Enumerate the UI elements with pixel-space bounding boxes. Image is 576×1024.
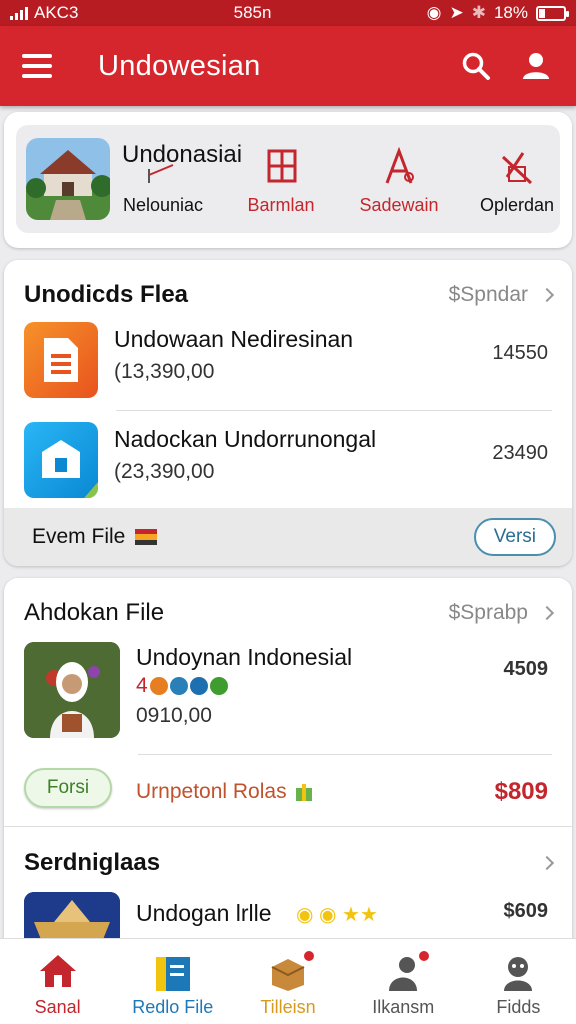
battery-icon [536, 5, 569, 21]
file-box-icon [155, 957, 190, 991]
signal-icon [10, 6, 28, 20]
tab-ilkansm[interactable]: Ilkansm [346, 939, 461, 1024]
forsi-button[interactable]: Forsi [24, 768, 112, 808]
footer-label: Evem File [32, 525, 126, 548]
list-item[interactable]: Undoynan Indonesial 4 0910,00 4509 [24, 632, 548, 742]
letter-a-icon [385, 147, 414, 184]
search-icon[interactable] [458, 48, 494, 84]
bluetooth-icon: ✱ [471, 3, 486, 22]
files-section: Unodicds Flea $Spndar Undowaan Nediresin… [4, 260, 572, 566]
tab-tilleisn[interactable]: Tilleisn [230, 939, 345, 1024]
tab-label: Sanal [34, 997, 81, 1017]
see-all-label: $Sprabp [448, 601, 528, 624]
item-amount: (13,390,00 [114, 360, 215, 383]
sport-icon [209, 677, 228, 695]
item-amount: (23,390,00 [114, 460, 215, 483]
see-all-link[interactable] [539, 855, 555, 871]
item-value: 23490 [492, 442, 548, 464]
spreadsheet-icon [24, 322, 98, 398]
tool-icon [501, 152, 533, 185]
hero-item-nelouniac[interactable]: Nelouniac [108, 147, 218, 215]
tab-fidds[interactable]: Fidds [461, 939, 576, 1024]
profile-icon[interactable] [518, 48, 554, 84]
item-name: Undowaan Nediresinan [114, 326, 354, 352]
gift-icon [295, 784, 312, 801]
tab-sanal[interactable]: Sanal [0, 939, 115, 1024]
carrier-label: AKC3 [34, 3, 79, 22]
chevron-right-icon [539, 605, 555, 621]
tab-redlo-file[interactable]: Redlo File [115, 939, 230, 1024]
divider [138, 754, 552, 755]
battery-label: 18% [493, 3, 528, 22]
sport-icon [169, 677, 188, 695]
hero-item-label: Sadewain [359, 195, 439, 215]
notification-badge [301, 949, 316, 963]
tab-label: Tilleisn [260, 997, 316, 1017]
item-name: Undoynan Indonesial [136, 644, 353, 670]
item-name: Nadockan Undorrunongal [114, 426, 377, 452]
versi-button[interactable]: Versi [473, 518, 556, 556]
section-title: Ahdokan File [24, 599, 165, 626]
hero-card: Undonasiai Nelouniac Barmlan Sadewain Op… [4, 112, 572, 248]
see-all-link[interactable]: $Spndar [448, 283, 555, 307]
chevron-right-icon [539, 287, 555, 303]
item-value: 4509 [503, 658, 549, 680]
documents-section: Ahdokan File $Sprabp Undoynan Indonesial… [4, 578, 572, 962]
list-item[interactable]: Nadockan Undorrunongal (23,390,00 23490 [24, 410, 548, 502]
store-icon [24, 422, 98, 498]
grid-document-icon [267, 149, 297, 183]
user-group-icon [504, 957, 533, 991]
see-all-label: $Spndar [448, 283, 528, 306]
bottom-tab-bar: Sanal Redlo File Tilleisn Ilkansm Fidds [0, 938, 576, 1024]
section-footer: Evem File Versi [4, 508, 572, 566]
promo-text: Urnpetonl Rolas [136, 780, 287, 803]
app-title: Undowesian [98, 49, 261, 82]
hero-item-sadewain[interactable]: Sadewain [344, 147, 454, 215]
tab-label: Redlo File [132, 997, 214, 1017]
notification-badge [417, 949, 432, 963]
document-icon [148, 164, 174, 183]
see-all-link[interactable]: $Sprabp [448, 601, 555, 625]
building-image[interactable] [26, 138, 110, 220]
item-amount: 0910,00 [136, 704, 212, 727]
tab-label: Fidds [496, 997, 541, 1017]
tab-label: Ilkansm [372, 997, 435, 1017]
status-bar: AKC3 585n ◉ ➤ ✱ 18% [0, 0, 576, 26]
hero-item-label: Nelouniac [122, 195, 204, 215]
item-name: Undogan lrlle [136, 900, 272, 926]
alarm-icon: ◉ [426, 3, 442, 22]
rank-badge: 4 [136, 674, 148, 697]
sport-icon [149, 677, 168, 695]
menu-icon[interactable] [22, 54, 52, 78]
list-item[interactable]: Undowaan Nediresinan (13,390,00 14550 [24, 310, 548, 402]
rating-stars: ◉ ◉ ★★ [296, 904, 378, 926]
divider [4, 826, 572, 827]
item-value: 14550 [492, 342, 548, 364]
section-title: Unodicds Flea [24, 281, 189, 308]
badge-row: 4 [136, 674, 228, 698]
promo-label: Urnpetonl Rolas [136, 780, 313, 804]
location-icon: ➤ [449, 3, 464, 22]
sport-icon [189, 677, 208, 695]
chevron-right-icon [539, 855, 555, 871]
hero-item-label: Barmlan [247, 195, 315, 215]
hero-item-label: Oplerdan [479, 195, 555, 215]
section-title: Serdniglaas [24, 849, 161, 876]
flag-icon [135, 529, 158, 545]
app-bar: Undowesian [0, 26, 576, 106]
promo-price: $809 [494, 778, 548, 805]
home-icon [39, 955, 76, 987]
clock: 585n [233, 3, 272, 22]
hero-item-barmlan[interactable]: Barmlan [226, 147, 336, 215]
hero-item-oplerdan[interactable]: Oplerdan [462, 147, 572, 215]
person-photo [24, 642, 120, 738]
item-value: $609 [503, 900, 549, 922]
